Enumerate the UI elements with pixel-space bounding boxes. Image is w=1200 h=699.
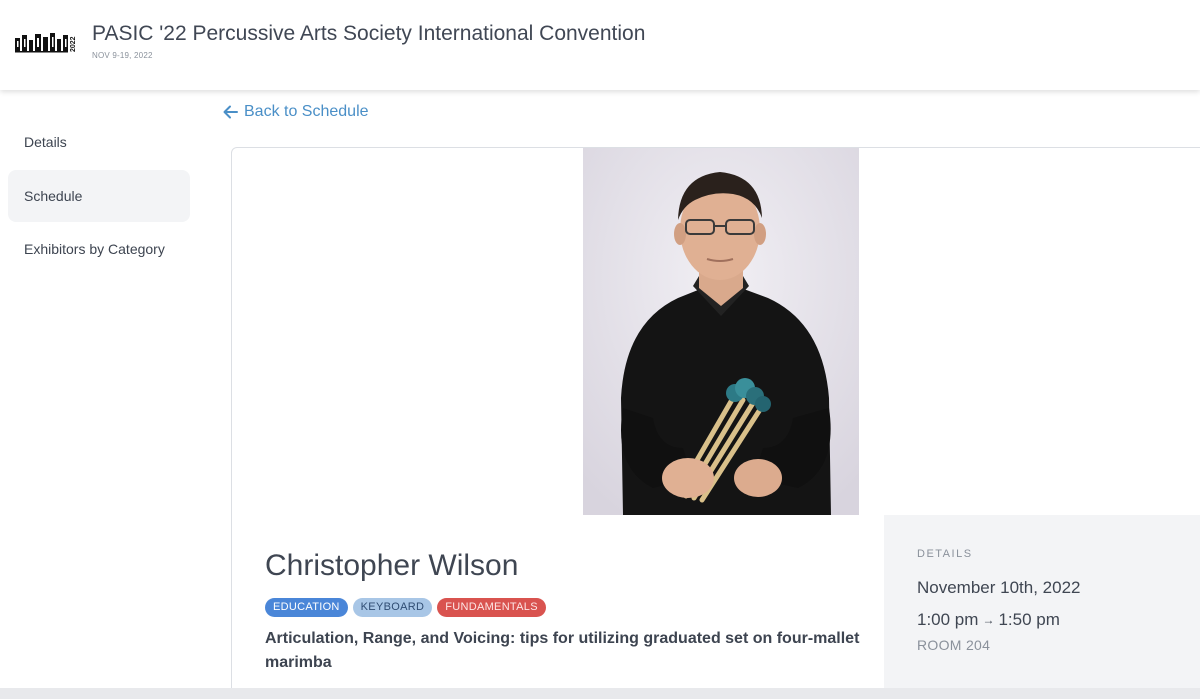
back-link-label: Back to Schedule <box>244 103 369 120</box>
tag-education[interactable]: EDUCATION <box>265 598 348 617</box>
arrow-right-icon: → <box>982 613 995 627</box>
sidebar-item-exhibitors-by-category[interactable]: Exhibitors by Category <box>8 223 190 275</box>
session-date: November 10th, 2022 <box>917 578 1081 597</box>
page-footer-strip <box>0 688 1200 699</box>
end-time: 1:50 pm <box>998 610 1060 629</box>
sidebar-item-label: Exhibitors by Category <box>24 241 165 257</box>
sidebar-item-details[interactable]: Details <box>8 116 190 168</box>
tag-fundamentals[interactable]: FUNDAMENTALS <box>437 598 546 617</box>
svg-text:2022: 2022 <box>70 36 77 52</box>
details-heading: DETAILS <box>917 548 973 560</box>
details-panel: DETAILS November 10th, 2022 1:00 pm → 1:… <box>884 515 1200 695</box>
sidebar-item-label: Schedule <box>24 188 83 204</box>
app-title: PASIC '22 Percussive Arts Society Intern… <box>92 22 646 45</box>
session-room: ROOM 204 <box>917 637 991 653</box>
start-time: 1:00 pm <box>917 610 979 629</box>
back-to-schedule-link[interactable]: Back to Schedule <box>223 101 369 123</box>
session-tags: EDUCATION KEYBOARD FUNDAMENTALS <box>265 598 546 617</box>
sidebar-item-schedule[interactable]: Schedule <box>8 170 190 222</box>
session-time: 1:00 pm → 1:50 pm <box>917 610 1060 630</box>
app-header: 2022 PASIC '22 Percussive Arts Society I… <box>0 0 1200 90</box>
tag-keyboard[interactable]: KEYBOARD <box>352 598 433 617</box>
pasic-logo[interactable]: 2022 <box>15 30 79 54</box>
speaker-name: Christopher Wilson <box>265 549 519 582</box>
sidebar-item-label: Details <box>24 134 67 150</box>
arrow-left-icon <box>223 105 238 119</box>
speaker-photo <box>583 148 859 515</box>
session-title: Articulation, Range, and Voicing: tips f… <box>265 630 860 671</box>
event-dates: NOV 9-19, 2022 <box>92 51 153 60</box>
